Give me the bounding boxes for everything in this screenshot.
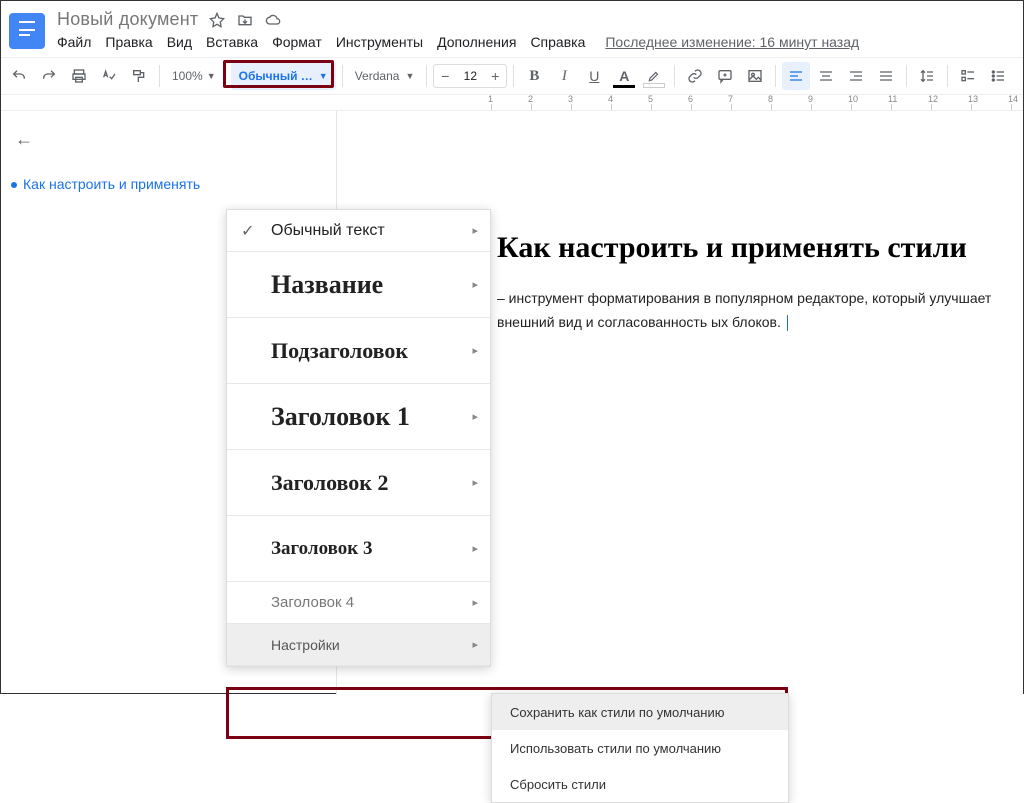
italic-button[interactable]: I xyxy=(550,62,578,90)
style-option-label: Название xyxy=(271,270,383,300)
bold-button[interactable]: B xyxy=(520,62,548,90)
checklist-button[interactable] xyxy=(954,62,982,90)
outline-bullet-icon xyxy=(11,182,17,188)
document-title[interactable]: Новый документ xyxy=(57,9,198,30)
last-edit-link[interactable]: Последнее изменение: 16 минут назад xyxy=(605,34,859,50)
move-to-folder-icon[interactable] xyxy=(236,11,254,29)
style-option-label: Заголовок 2 xyxy=(271,470,388,496)
text-cursor xyxy=(787,315,788,331)
star-icon[interactable] xyxy=(208,11,226,29)
style-option-h1[interactable]: Заголовок 1 ▸ xyxy=(227,384,490,450)
submenu-arrow-icon: ▸ xyxy=(472,278,478,291)
titlebar: Новый документ Файл Правка Вид Вставка Ф… xyxy=(1,1,1023,57)
doc-heading[interactable]: Как настроить и применять стили xyxy=(497,231,1003,265)
docs-app-icon[interactable] xyxy=(9,13,45,49)
menu-help[interactable]: Справка xyxy=(530,34,585,50)
underline-button[interactable]: U xyxy=(580,62,608,90)
paragraph-style-label: Обычный … xyxy=(239,69,313,83)
style-option-h2[interactable]: Заголовок 2 ▸ xyxy=(227,450,490,516)
font-family-dropdown[interactable]: Verdana▼ xyxy=(349,69,421,83)
toolbar: 100%▼ Обычный …▼ Verdana▼ − 12 + B I U A xyxy=(1,57,1023,95)
spellcheck-button[interactable] xyxy=(95,62,123,90)
style-option-h4[interactable]: Заголовок 4 ▸ xyxy=(227,582,490,624)
menubar: Файл Правка Вид Вставка Формат Инструмен… xyxy=(57,34,859,50)
print-button[interactable] xyxy=(65,62,93,90)
submenu-arrow-icon: ▸ xyxy=(472,542,478,555)
style-option-label: Обычный текст xyxy=(271,222,385,240)
insert-comment-button[interactable] xyxy=(711,62,739,90)
paragraph-style-dropdown[interactable]: Обычный …▼ xyxy=(231,62,336,90)
cloud-status-icon[interactable] xyxy=(264,11,282,29)
submenu-arrow-icon: ▸ xyxy=(472,410,478,423)
style-options-row[interactable]: Настройки ▸ xyxy=(227,624,490,666)
submenu-reset[interactable]: Сбросить стили xyxy=(492,766,788,802)
font-size-increase[interactable]: + xyxy=(484,68,506,84)
style-option-label: Настройки xyxy=(271,637,340,653)
submenu-use-default[interactable]: Использовать стили по умолчанию xyxy=(492,730,788,766)
align-justify-button[interactable] xyxy=(872,62,900,90)
style-option-label: Заголовок 3 xyxy=(271,538,372,560)
submenu-arrow-icon: ▸ xyxy=(472,344,478,357)
style-option-label: Заголовок 4 xyxy=(271,594,354,611)
menu-view[interactable]: Вид xyxy=(167,34,192,50)
style-option-label: Подзаголовок xyxy=(271,338,408,364)
insert-link-button[interactable] xyxy=(681,62,709,90)
menu-format[interactable]: Формат xyxy=(272,34,322,50)
style-option-subtitle[interactable]: Подзаголовок ▸ xyxy=(227,318,490,384)
paint-format-button[interactable] xyxy=(125,62,153,90)
submenu-arrow-icon: ▸ xyxy=(472,476,478,489)
bulleted-list-button[interactable] xyxy=(984,62,1012,90)
outline-heading-item[interactable]: Как настроить и применять xyxy=(15,176,216,192)
line-spacing-button[interactable] xyxy=(913,62,941,90)
paragraph-styles-menu: ✓ Обычный текст ▸ Название ▸ Подзаголово… xyxy=(226,209,491,667)
align-center-button[interactable] xyxy=(812,62,840,90)
align-left-button[interactable] xyxy=(782,62,810,90)
submenu-save-default[interactable]: Сохранить как стили по умолчанию xyxy=(492,694,788,730)
submenu-arrow-icon: ▸ xyxy=(472,596,478,609)
font-size-value[interactable]: 12 xyxy=(456,69,484,83)
menu-insert[interactable]: Вставка xyxy=(206,34,258,50)
style-option-normal[interactable]: ✓ Обычный текст ▸ xyxy=(227,210,490,252)
style-options-submenu: Сохранить как стили по умолчанию Использ… xyxy=(491,693,789,803)
undo-button[interactable] xyxy=(5,62,33,90)
align-right-button[interactable] xyxy=(842,62,870,90)
horizontal-ruler[interactable]: 1 2 3 4 5 6 7 8 9 10 11 12 13 14 15 xyxy=(1,95,1023,111)
highlight-button[interactable] xyxy=(640,62,668,90)
outline-collapse-icon[interactable]: ← xyxy=(15,129,216,150)
document-outline: ← Как настроить и применять xyxy=(1,111,226,192)
outline-heading-label: Как настроить и применять xyxy=(23,176,200,192)
doc-paragraph[interactable]: – инструмент форматирования в популярном… xyxy=(497,287,1003,335)
text-color-button[interactable]: A xyxy=(610,62,638,90)
check-icon: ✓ xyxy=(241,221,254,241)
menu-addons[interactable]: Дополнения xyxy=(437,34,516,50)
menu-tools[interactable]: Инструменты xyxy=(336,34,423,50)
menu-edit[interactable]: Правка xyxy=(105,34,152,50)
style-option-h3[interactable]: Заголовок 3 ▸ xyxy=(227,516,490,582)
insert-image-button[interactable] xyxy=(741,62,769,90)
style-option-title[interactable]: Название ▸ xyxy=(227,252,490,318)
style-option-label: Заголовок 1 xyxy=(271,402,410,432)
font-size-control: − 12 + xyxy=(433,64,507,88)
submenu-arrow-icon: ▸ xyxy=(472,638,478,651)
menu-file[interactable]: Файл xyxy=(57,34,91,50)
zoom-select[interactable]: 100%▼ xyxy=(166,69,218,83)
font-size-decrease[interactable]: − xyxy=(434,68,456,84)
redo-button[interactable] xyxy=(35,62,63,90)
submenu-arrow-icon: ▸ xyxy=(472,224,478,237)
